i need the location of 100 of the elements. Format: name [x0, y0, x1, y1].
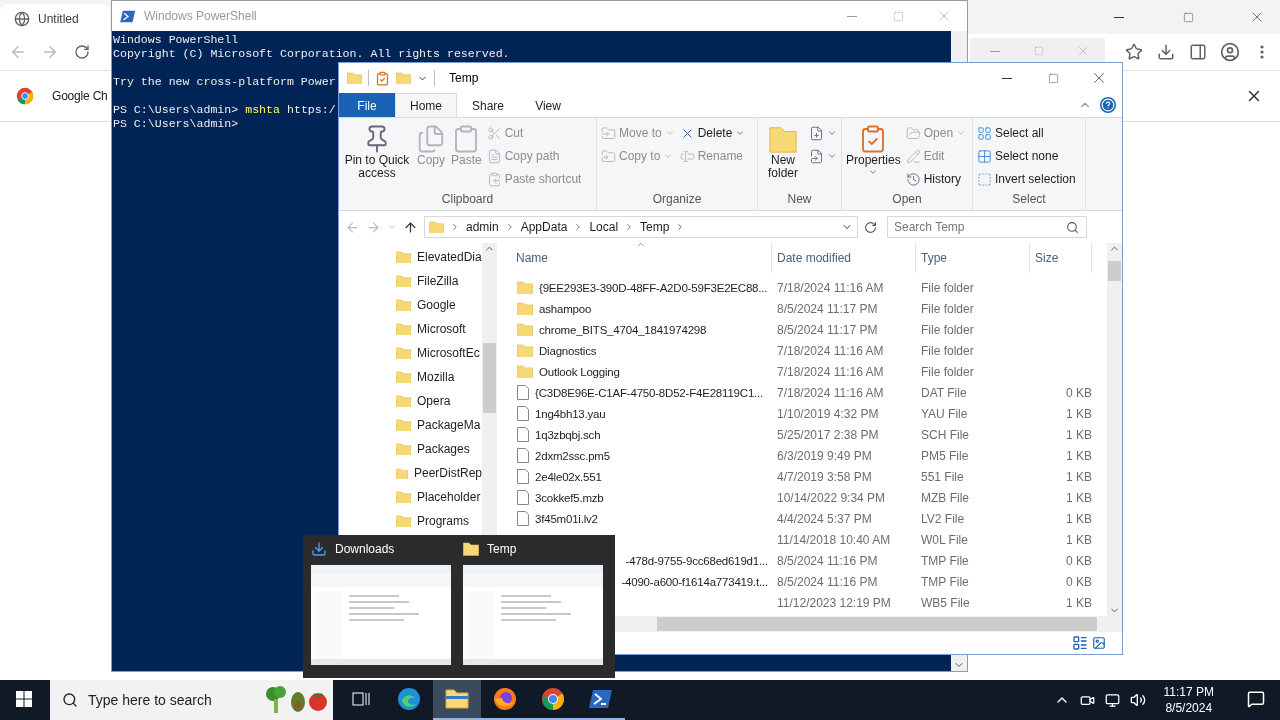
download-button[interactable]	[1156, 42, 1176, 62]
caret-icon	[868, 167, 879, 177]
file-name[interactable]: Outlook Logging	[539, 365, 620, 378]
profile-button[interactable]	[1220, 42, 1240, 62]
folder-icon	[396, 298, 411, 312]
address-bar[interactable]: admin AppData Local Temp	[424, 216, 858, 238]
file-name[interactable]: ashampoo	[539, 302, 592, 315]
nav-item[interactable]: Opera	[417, 394, 451, 408]
file-name[interactable]: 1ng4bh13.yau	[535, 407, 606, 420]
file-name[interactable]: chrome_BITS_4704_1841974298	[539, 323, 707, 336]
table-cell-text: 1 KB	[1065, 511, 1092, 526]
file-icon	[517, 427, 529, 442]
nav-item[interactable]: Google	[417, 298, 456, 312]
nav-item[interactable]: ElevatedDia	[417, 250, 482, 264]
file-name[interactable]: -4090-a600-f1614a773419.t...	[621, 575, 768, 588]
details-view-icon[interactable]	[1072, 635, 1088, 651]
table-cell-text: 11/14/2018 10:40 AM	[776, 532, 892, 547]
ribbon-command[interactable]: Select all	[975, 122, 1078, 144]
nav-item[interactable]: Programs	[417, 514, 469, 528]
column-header[interactable]: Size	[1030, 243, 1092, 273]
scrollbar-thumb[interactable]	[657, 617, 1097, 631]
folder-icon	[396, 250, 411, 264]
breadcrumb[interactable]: Temp	[640, 220, 670, 234]
file-name[interactable]: 1q3zbqbj.sch	[535, 428, 601, 441]
ribbon-tab[interactable]: File	[339, 93, 395, 117]
ribbon-tab[interactable]: Share	[457, 93, 520, 117]
ribbon-command[interactable]: Delete	[677, 122, 748, 144]
nav-item[interactable]: Mozilla	[417, 370, 455, 384]
file-name[interactable]: {9EE293E3-390D-48FF-A2D0-59F3E2EC88...	[539, 281, 768, 294]
ribbon-tab[interactable]: View	[519, 93, 578, 117]
table-cell-text: 7/18/2024 11:16 AM	[776, 280, 885, 295]
volume-icon[interactable]	[1129, 692, 1146, 708]
file-name[interactable]: 2e4le02x.551	[535, 470, 602, 483]
column-header[interactable]: Date modified	[772, 243, 916, 273]
ribbon-command[interactable]: Properties	[844, 122, 903, 179]
reload-icon	[74, 44, 90, 60]
breadcrumb[interactable]: AppData	[520, 220, 568, 234]
ribbon-command[interactable]: History	[903, 168, 969, 190]
ribbon-command[interactable]: Select none	[975, 145, 1078, 167]
clock[interactable]: 11:17 PM 8/5/2024	[1155, 684, 1222, 716]
table-cell-text: 6/3/2019 9:49 PM	[776, 448, 873, 463]
file-name[interactable]: -478d-9755-9cc68ed619d1...	[625, 554, 768, 567]
console-prompt: PS C:\Users\admin>	[113, 117, 239, 130]
preview-title[interactable]: Downloads	[335, 542, 395, 556]
file-name[interactable]: 2dxm2ssc.pm5	[535, 449, 610, 462]
folder-icon	[396, 370, 411, 384]
folder-icon	[396, 514, 411, 528]
browser-tab[interactable]: Untitled	[0, 4, 110, 34]
search-icon	[1066, 220, 1079, 234]
side-panel-button[interactable]	[1188, 42, 1208, 62]
search-field[interactable]: Search Temp	[887, 216, 1087, 238]
reload-button[interactable]	[72, 42, 92, 62]
console-command: mshta	[245, 103, 280, 116]
taskbar-app[interactable]	[433, 680, 481, 720]
up-icon[interactable]	[403, 219, 418, 235]
bookmark-button[interactable]	[1124, 42, 1144, 62]
file-name[interactable]: 3cokkef5.mzb	[535, 491, 604, 504]
refresh-icon[interactable]	[864, 220, 877, 234]
scrollbar-thumb[interactable]	[483, 343, 496, 413]
nav-item[interactable]: MicrosoftEc	[417, 346, 480, 360]
network-icon[interactable]	[1104, 692, 1120, 708]
scrollbar-thumb[interactable]	[1108, 261, 1121, 281]
ribbon-command[interactable]: New folder	[760, 122, 806, 182]
folder-icon	[396, 466, 408, 480]
column-header[interactable]: Name	[511, 243, 772, 273]
preview-title[interactable]: Temp	[487, 542, 517, 556]
table-cell-text: LV2 File	[920, 511, 966, 526]
nav-item[interactable]: FileZilla	[417, 274, 459, 288]
file-name[interactable]: 3f45m01i.lv2	[535, 512, 598, 525]
taskbar-search-field[interactable]: Type here to search	[50, 680, 333, 720]
nav-item[interactable]: PeerDistRep	[413, 466, 482, 480]
folder-icon	[396, 322, 411, 336]
folder-icon	[396, 418, 411, 432]
nav-item[interactable]: Placeholder	[417, 490, 481, 504]
help-icon[interactable]	[1100, 97, 1116, 113]
caret-icon	[663, 151, 674, 161]
column-header[interactable]: Type	[916, 243, 1030, 273]
search-icon	[62, 692, 78, 708]
caret-icon	[956, 128, 967, 138]
ribbon-command[interactable]: Invert selection	[975, 168, 1078, 190]
scrollbar[interactable]	[1107, 243, 1122, 616]
nav-item[interactable]: Packages	[417, 442, 470, 456]
folder-icon	[768, 124, 798, 154]
history-icon	[905, 171, 921, 187]
breadcrumb[interactable]: admin	[466, 220, 499, 234]
breadcrumb[interactable]: Local	[589, 220, 619, 234]
nav-item[interactable]: Microsoft	[417, 322, 466, 336]
table-cell-text: 5/25/2017 2:38 PM	[776, 427, 880, 442]
nav-item[interactable]: PackageMa	[417, 418, 481, 432]
ribbon-command[interactable]: Pin to Quick access	[341, 122, 413, 182]
file-name[interactable]: {C3D8E96E-C1AF-4750-8D52-F4E28119C1...	[535, 386, 764, 399]
back-icon[interactable]	[345, 219, 360, 235]
table-cell-text: 10/14/2022 9:34 PM	[776, 490, 887, 505]
ribbon-tab[interactable]: Home	[395, 93, 457, 117]
large-icons-view-icon[interactable]	[1092, 636, 1106, 650]
browser-logo-icon	[16, 87, 34, 105]
group-label: Organize	[651, 192, 703, 208]
forward-icon[interactable]	[366, 219, 381, 235]
file-name[interactable]: Diagnostics	[539, 344, 597, 357]
table-cell-text: 0 KB	[1065, 385, 1092, 400]
